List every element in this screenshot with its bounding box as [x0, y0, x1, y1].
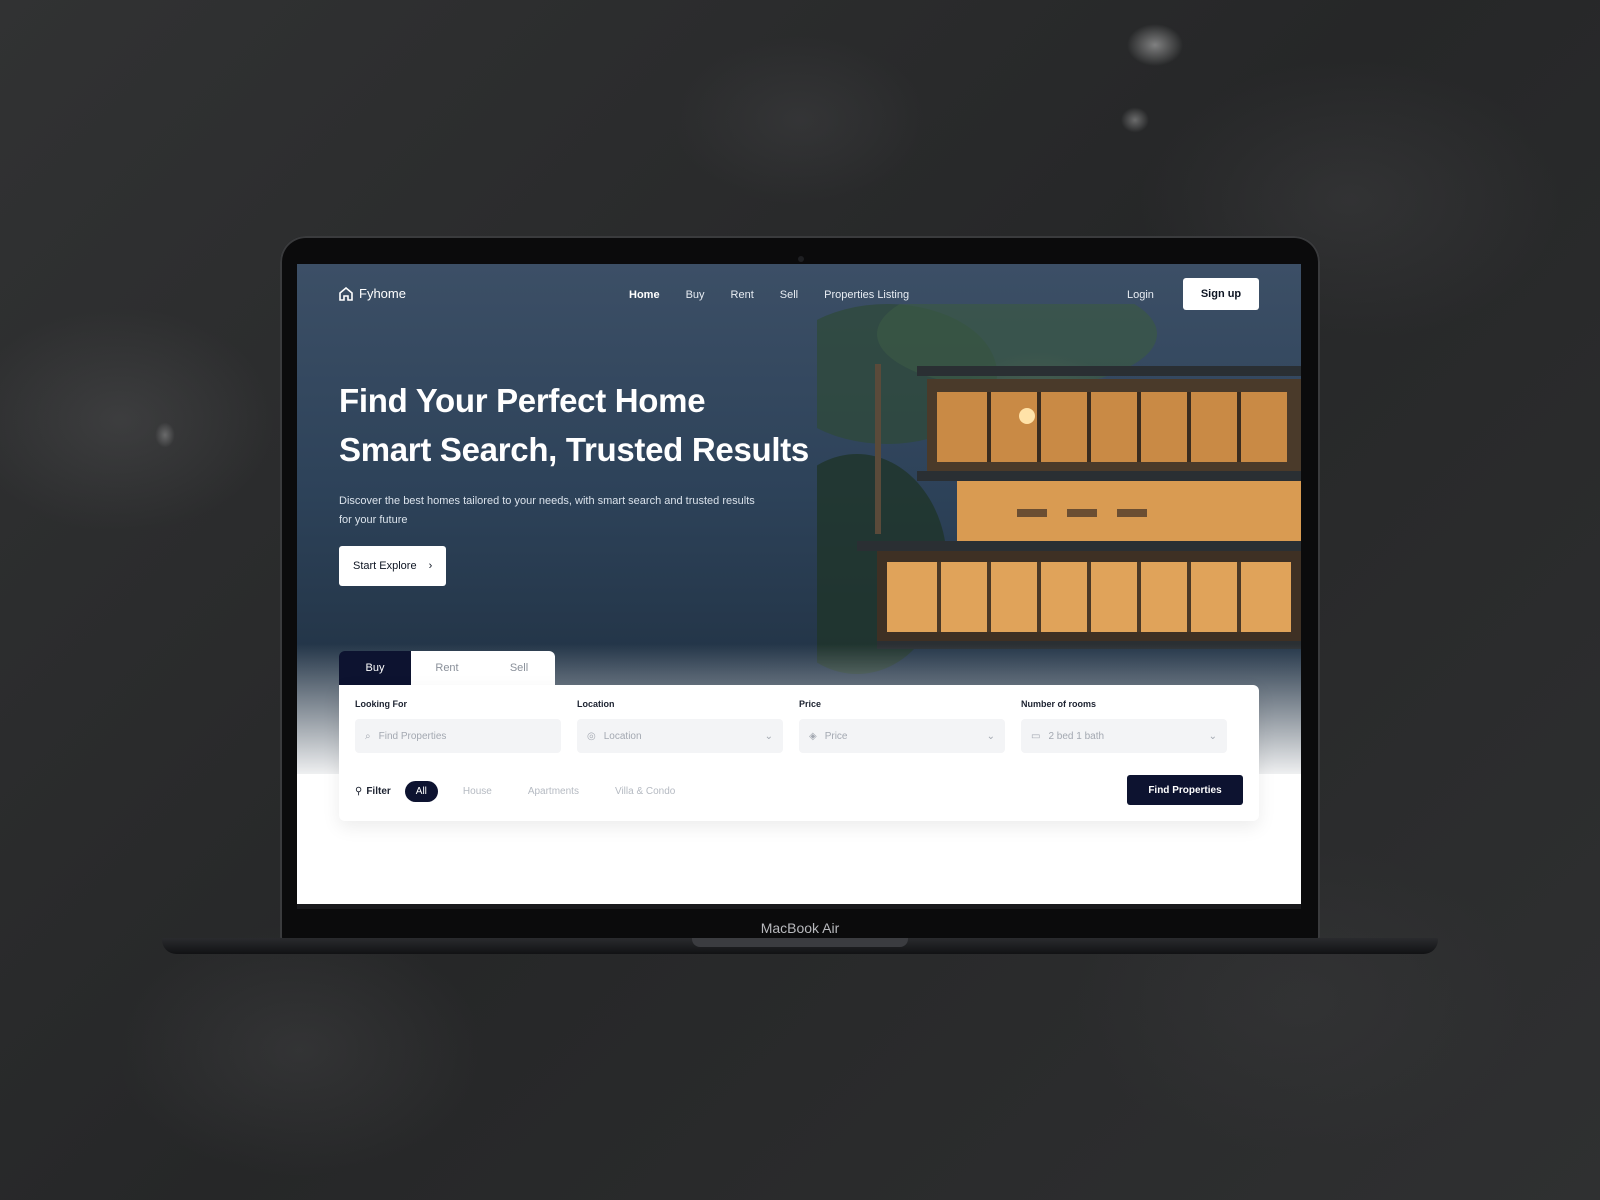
chevron-down-icon: ⌄ — [1208, 730, 1217, 742]
laptop-screen: Fyhome Home Buy Rent Sell Properties Lis… — [297, 264, 1301, 909]
price-field: Price ◈ Price ⌄ — [799, 699, 1005, 753]
start-explore-button[interactable]: Start Explore › — [339, 546, 447, 586]
find-properties-button[interactable]: Find Properties — [1127, 775, 1243, 805]
home-logo-icon — [339, 286, 353, 301]
rooms-select[interactable]: ▭ 2 bed 1 bath ⌄ — [1021, 719, 1227, 753]
nav-item-properties-listing[interactable]: Properties Listing — [824, 289, 909, 301]
login-link[interactable]: Login — [1127, 289, 1154, 301]
logo-text: Fyhome — [359, 286, 406, 301]
looking-for-placeholder: Find Properties — [378, 730, 447, 742]
main-nav: Home Buy Rent Sell Properties Listing — [629, 289, 909, 301]
price-placeholder: Price — [824, 730, 848, 742]
nav-item-rent[interactable]: Rent — [731, 289, 754, 301]
hero-title: Find Your Perfect Home Smart Search, Tru… — [339, 376, 809, 474]
signup-button[interactable]: Sign up — [1183, 278, 1259, 310]
site-logo[interactable]: Fyhome — [339, 286, 406, 301]
hero-title-line-1: Find Your Perfect Home — [339, 382, 706, 419]
filter-chip-all[interactable]: All — [404, 781, 438, 802]
rooms-placeholder: 2 bed 1 bath — [1048, 730, 1105, 742]
location-field: Location ◎ Location ⌄ — [577, 699, 783, 753]
filter-chip-apartments[interactable]: Apartments — [517, 781, 590, 802]
filter-chip-house[interactable]: House — [452, 781, 503, 802]
filter-row: ⚲ Filter All House Apartments Villa & Co… — [355, 781, 686, 802]
looking-for-field: Looking For ⌕ Find Properties — [355, 699, 561, 753]
tag-icon: ◈ — [809, 730, 817, 742]
price-label: Price — [799, 699, 822, 709]
rooms-label: Number of rooms — [1021, 699, 1097, 709]
filter-label: ⚲ Filter — [355, 786, 391, 797]
device-brand-label: MacBook Air — [760, 920, 840, 936]
arrow-right-icon: › — [428, 560, 433, 572]
filter-text: Filter — [366, 786, 391, 797]
hero-title-line-2: Smart Search, Trusted Results — [339, 431, 809, 468]
looking-for-label: Looking For — [355, 699, 407, 709]
location-label: Location — [577, 699, 615, 709]
nav-item-buy[interactable]: Buy — [686, 289, 705, 301]
nav-item-home[interactable]: Home — [629, 289, 660, 301]
location-placeholder: Location — [603, 730, 642, 742]
chevron-down-icon: ⌄ — [986, 730, 995, 742]
hero-house-image — [817, 304, 1301, 674]
search-icon: ⌕ — [365, 730, 371, 742]
camera-dot — [798, 256, 804, 262]
filter-chip-villa-condo[interactable]: Villa & Condo — [604, 781, 686, 802]
cta-label: Start Explore — [353, 560, 417, 572]
tab-rent[interactable]: Rent — [411, 651, 483, 685]
screen-bottom-edge — [297, 904, 1301, 909]
chevron-down-icon: ⌄ — [764, 730, 773, 742]
nav-item-sell[interactable]: Sell — [780, 289, 798, 301]
search-card: Looking For ⌕ Find Properties Location ◎… — [339, 685, 1259, 821]
bed-icon: ▭ — [1031, 730, 1041, 742]
looking-for-input[interactable]: ⌕ Find Properties — [355, 719, 561, 753]
filter-icon: ⚲ — [355, 786, 363, 797]
tab-sell[interactable]: Sell — [483, 651, 555, 685]
price-select[interactable]: ◈ Price ⌄ — [799, 719, 1005, 753]
location-select[interactable]: ◎ Location ⌄ — [577, 719, 783, 753]
tab-buy[interactable]: Buy — [339, 651, 411, 685]
rooms-field: Number of rooms ▭ 2 bed 1 bath ⌄ — [1021, 699, 1227, 753]
hero-subtitle: Discover the best homes tailored to your… — [339, 495, 755, 526]
search-tabs: Buy Rent Sell — [339, 651, 555, 685]
laptop-notch — [692, 938, 908, 947]
pin-icon: ◎ — [587, 730, 596, 742]
